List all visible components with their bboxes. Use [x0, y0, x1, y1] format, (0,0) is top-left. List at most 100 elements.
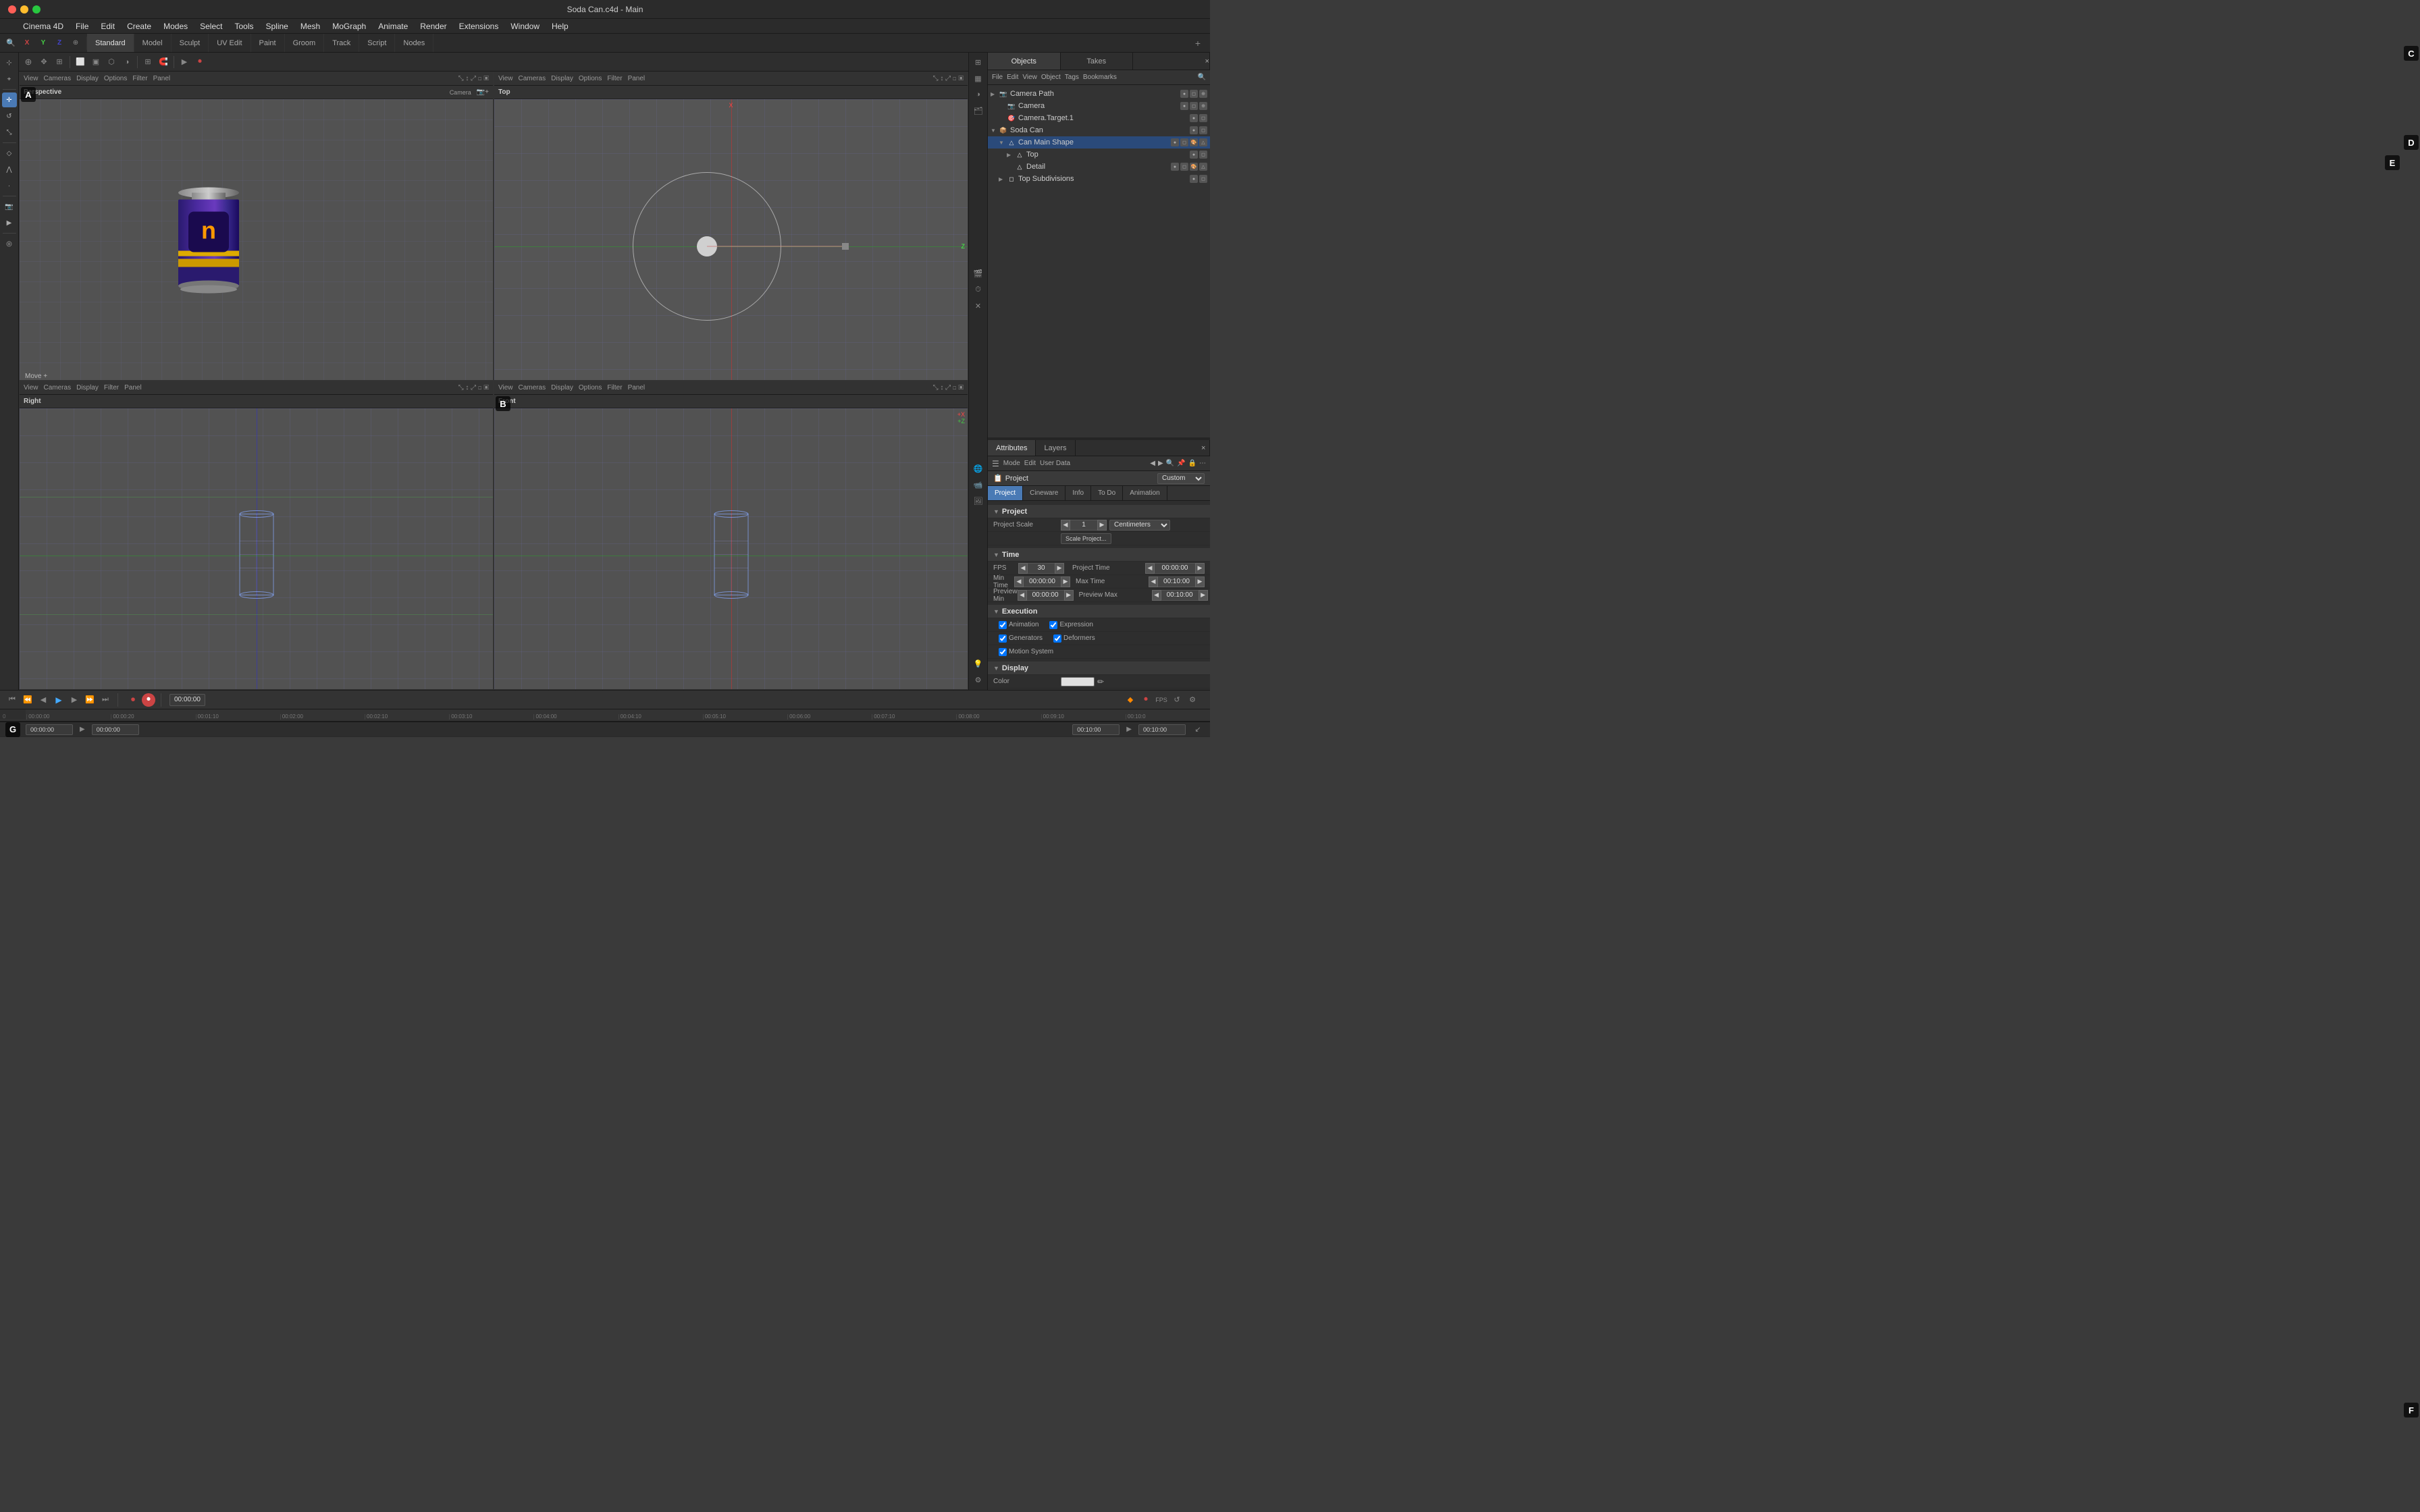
point-tool-icon[interactable]: · [2, 178, 17, 193]
plus-icon[interactable]: + [1191, 36, 1205, 50]
stepper-down-prevmin[interactable]: ◀ [1018, 590, 1027, 601]
tab-groom[interactable]: Groom [285, 34, 325, 52]
settings-icon[interactable]: ⚙ [972, 674, 985, 687]
filter-menu-top[interactable]: Filter [607, 75, 622, 82]
y-axis-icon[interactable]: Y [36, 36, 50, 50]
menu-mesh[interactable]: Mesh [295, 20, 325, 32]
timeline-start2-display[interactable]: 00:00:00 [92, 724, 139, 735]
stepper-min-time[interactable]: ◀ 00:00:00 ▶ [1014, 576, 1070, 587]
apple-menu[interactable] [5, 25, 16, 28]
tl-fps-icon[interactable]: FPS [1155, 693, 1168, 707]
tab-nodes[interactable]: Nodes [395, 34, 433, 52]
subtab-cineware[interactable]: Cineware [1023, 486, 1066, 500]
content-browser-icon[interactable]: 🗂 [972, 104, 985, 117]
tl-prev-frame-icon[interactable]: ⏪ [21, 693, 34, 707]
tab-script[interactable]: Script [359, 34, 395, 52]
display-menu-right[interactable]: Display [76, 384, 99, 392]
stepper-up-fps[interactable]: ▶ [1055, 563, 1064, 574]
shading-icon[interactable]: ◑ [120, 55, 134, 69]
close-panel-icon[interactable]: × [1205, 53, 1210, 70]
stepper-fps[interactable]: ◀ 30 ▶ [1018, 563, 1064, 574]
tree-item-camera-target[interactable]: 🎯 Camera.Target.1 ● ◻ [988, 112, 1210, 124]
polygon-mode-icon[interactable]: ⬡ [105, 55, 118, 69]
grid-icon[interactable]: ⊞ [141, 55, 155, 69]
stepper-project-time[interactable]: ◀ 00:00:00 ▶ [1145, 563, 1205, 574]
attr-userdata-menu[interactable]: User Data [1040, 460, 1070, 467]
viewport-right[interactable]: View Cameras Display Filter Panel ⤡ ↕ ⤢ … [19, 381, 494, 690]
subtab-animation[interactable]: Animation [1123, 486, 1167, 500]
zoom-view-icon[interactable]: ⊞ [53, 55, 66, 69]
perspective-canvas[interactable]: n Move + Grid Spacing : 50000 cp [20, 99, 493, 381]
filter-object[interactable]: Object [1041, 74, 1061, 81]
live-select-icon[interactable]: ⌖ [2, 72, 17, 86]
stepper-up-prevmax[interactable]: ▶ [1199, 590, 1208, 601]
panel-menu-front[interactable]: Panel [628, 384, 646, 392]
attr-search-icon[interactable]: 🔍 [1166, 460, 1174, 467]
filter-view[interactable]: View [1022, 74, 1037, 81]
display-menu-perspective[interactable]: Display [76, 75, 99, 82]
rotate-tool-icon[interactable]: ↺ [2, 109, 17, 124]
front-canvas[interactable]: +X +Z Grid Spacing : 50 cm [494, 408, 968, 690]
filter-bookmarks[interactable]: Bookmarks [1083, 74, 1117, 81]
timeline-start-display[interactable]: 00:00:00 [26, 724, 73, 735]
viewport-perspective[interactable]: A View Cameras Display Options Filter Pa… [19, 72, 494, 381]
timeline-end2-display[interactable]: 00:10:00 [1138, 724, 1186, 735]
tl-play-end-icon[interactable]: ⏭ [99, 693, 112, 707]
cb-animation[interactable] [999, 621, 1007, 629]
globe-icon[interactable]: 🌐 [972, 462, 985, 476]
top-canvas[interactable]: X Z Grid Spacing : 50 cm [494, 99, 968, 381]
menu-render[interactable]: Render [415, 20, 452, 32]
stepper-up-ptime[interactable]: ▶ [1195, 563, 1205, 574]
menu-create[interactable]: Create [122, 20, 157, 32]
view-clipping-select[interactable]: Medium [1067, 690, 1121, 691]
attr-mode-menu[interactable]: Mode [1003, 460, 1020, 467]
display-menu-top[interactable]: Display [551, 75, 573, 82]
menu-animate[interactable]: Animate [373, 20, 413, 32]
preset-select[interactable]: Custom [1157, 473, 1205, 484]
filter-menu-right[interactable]: Filter [104, 384, 119, 392]
render-settings-icon[interactable]: 🎬 [972, 267, 985, 280]
rotate-view-icon[interactable]: ⊕ [22, 55, 35, 69]
minimize-button[interactable] [20, 5, 28, 14]
right-canvas[interactable]: Grid Spacing : 50 cm [20, 408, 493, 690]
edge-tool-icon[interactable]: ⋀ [2, 162, 17, 177]
section-header-time[interactable]: ▼ Time [988, 548, 1210, 562]
tab-track[interactable]: Track [324, 34, 359, 52]
attr-lock-icon[interactable]: 🔒 [1188, 460, 1196, 467]
tl-next-key-icon[interactable]: ▶ [68, 693, 81, 707]
tree-item-top-subdivisions[interactable]: ▶ ◻ Top Subdivisions ● ◻ [988, 173, 1210, 185]
tab-objects[interactable]: Objects [988, 53, 1061, 70]
scale-project-button[interactable]: Scale Project... [1061, 533, 1111, 544]
cb-expression[interactable] [1049, 621, 1057, 629]
filter-menu-perspective[interactable]: Filter [132, 75, 147, 82]
unit-select[interactable]: Centimeters [1109, 520, 1170, 531]
tl-record-all-icon[interactable]: ⏺ [142, 693, 155, 707]
timeline-ruler[interactable]: 0 00:00:00 00:00:20 00:01:10 00:02:00 00… [0, 709, 1210, 722]
panel-menu-right[interactable]: Panel [124, 384, 142, 392]
render-icon[interactable]: ▶ [2, 215, 17, 230]
tree-item-detail[interactable]: △ Detail ● ◻ 🎨 △ [988, 161, 1210, 173]
close-button[interactable] [8, 5, 16, 14]
tl-prev-key-icon[interactable]: ◀ [36, 693, 50, 707]
move-tool-icon[interactable]: ✛ [2, 92, 17, 107]
tl-autokey-icon[interactable]: ⏺ [1139, 693, 1153, 707]
menu-extensions[interactable]: Extensions [454, 20, 504, 32]
pan-view-icon[interactable]: ✥ [37, 55, 51, 69]
filter-menu-front[interactable]: Filter [607, 384, 622, 392]
z-axis-icon[interactable]: Z [53, 36, 66, 50]
section-header-exec[interactable]: ▼ Execution [988, 605, 1210, 618]
menu-select[interactable]: Select [194, 20, 228, 32]
objects-icon[interactable]: ⊞ [972, 55, 985, 69]
cameras-menu-right[interactable]: Cameras [44, 384, 72, 392]
camera-add-icon[interactable]: 📷+ [477, 88, 489, 96]
tl-play-start-icon[interactable]: ⏮ [5, 693, 19, 707]
soda-can-object[interactable]: n [155, 178, 263, 315]
x-axis-icon[interactable]: X [20, 36, 34, 50]
cb-motion-system[interactable] [999, 648, 1007, 656]
tl-record-icon[interactable]: ⏺ [126, 693, 140, 707]
stepper-up-mintime[interactable]: ▶ [1061, 576, 1070, 587]
tree-item-soda-can[interactable]: ▼ 📦 Soda Can ● ◻ [988, 124, 1210, 136]
cameras-menu-front[interactable]: Cameras [519, 384, 546, 392]
filter-tags[interactable]: Tags [1065, 74, 1079, 81]
menu-tools[interactable]: Tools [229, 20, 259, 32]
